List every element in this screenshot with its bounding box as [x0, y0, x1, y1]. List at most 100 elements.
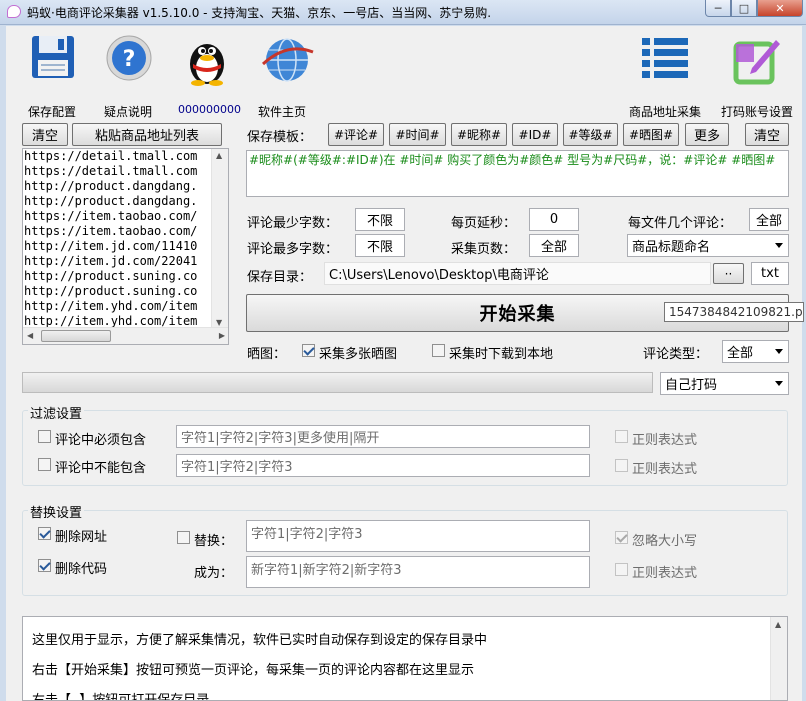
naming-select[interactable]: 商品标题命名 [627, 234, 789, 257]
pages-input[interactable]: 全部 [529, 234, 579, 257]
url-list-item: http://item.yhd.com/item [24, 299, 198, 313]
url-list-item: http://product.suning.co [24, 284, 198, 298]
url-list-vertical-scrollbar[interactable]: ▲ ▼ [211, 149, 228, 329]
template-label: 保存模板： [247, 130, 313, 145]
multi-images-label: 采集多张晒图 [319, 347, 398, 362]
template-textarea[interactable]: #昵称#(#等级#:#ID#)在 #时间# 购买了颜色为#颜色# 型号为#尺码#… [246, 150, 789, 197]
homepage-button[interactable]: 软件主页 [251, 34, 321, 119]
scroll-up-arrow-icon[interactable]: ▲ [775, 620, 781, 629]
scroll-up-arrow-icon[interactable]: ▲ [216, 151, 222, 160]
per-file-input[interactable]: 全部 [749, 208, 789, 231]
qq-contact-button[interactable]: 000000000 [174, 34, 241, 118]
replace-to-input[interactable]: 新字符1|新字符2|新字符3 [246, 556, 590, 588]
replace-checkbox[interactable] [177, 531, 190, 544]
url-list-item: http://product.dangdang. [24, 194, 198, 208]
scroll-down-arrow-icon[interactable]: ▼ [216, 318, 222, 327]
save-dir-label: 保存目录： [247, 270, 313, 285]
delete-url-label: 删除网址 [55, 530, 108, 545]
comment-type-value: 全部 [727, 346, 754, 361]
homepage-label: 软件主页 [258, 105, 307, 119]
template-tag-button[interactable]: #时间# [389, 123, 446, 146]
list-icon [642, 38, 688, 78]
log-line-2: 右击【开始采集】按钮可预览一页评论，每采集一页的评论内容都在这里显示 [32, 663, 475, 678]
log-vertical-scrollbar[interactable]: ▲ [770, 617, 787, 700]
delay-input[interactable]: 0 [529, 208, 579, 231]
minimize-button[interactable]: ─ [705, 0, 731, 17]
filter-regex2-checkbox[interactable] [615, 459, 628, 472]
comment-type-select[interactable]: 全部 [722, 340, 789, 363]
browse-dir-button[interactable]: ·· [713, 263, 744, 284]
filter-group-title: 过滤设置 [28, 403, 85, 422]
url-list-item: http://product.suning.co [24, 269, 198, 283]
url-list-item: https://item.taobao.com/ [24, 224, 198, 238]
captcha-mode-value: 自己打码 [665, 378, 718, 393]
ignore-case-label: 忽略大小写 [632, 534, 698, 549]
dropdown-arrow-icon [775, 242, 783, 248]
main-client-area: 保存配置 ? 疑点说明 000000000 软件主页 商品地址采集 打码账号设置… [6, 26, 804, 701]
close-button[interactable]: ✕ [757, 0, 803, 17]
captcha-mode-select[interactable]: 自己打码 [660, 372, 789, 395]
captcha-account-button[interactable]: 打码账号设置 [718, 34, 798, 119]
title-bar: 蚂蚁·电商评论采集器 v1.5.10.0 - 支持淘宝、天猫、京东、一号店、当当… [0, 0, 806, 25]
more-tags-button[interactable]: 更多 [685, 123, 729, 146]
delay-label: 每页延秒： [451, 216, 517, 231]
url-lines: https://detail.tmall.com https://detail.t… [23, 149, 228, 329]
filter-regex1-label: 正则表达式 [632, 433, 698, 448]
url-list-item: https://item.taobao.com/ [24, 209, 198, 223]
download-images-checkbox[interactable] [432, 344, 445, 357]
floppy-disk-icon [32, 36, 74, 78]
replace-regex-label: 正则表达式 [632, 566, 698, 581]
file-extension-input[interactable]: txt [751, 262, 789, 285]
app-icon [7, 5, 21, 18]
qq-penguin-icon [190, 44, 224, 86]
template-tag-button[interactable]: #评论# [328, 123, 384, 146]
faq-label: 疑点说明 [104, 105, 153, 119]
replace-regex-checkbox[interactable] [615, 563, 628, 576]
scroll-left-arrow-icon[interactable]: ◀ [27, 331, 33, 340]
must-include-checkbox[interactable] [38, 430, 51, 443]
delete-url-checkbox[interactable] [38, 527, 51, 540]
save-config-button[interactable]: 保存配置 [16, 34, 86, 119]
template-tag-button[interactable]: #等级# [563, 123, 618, 146]
product-url-collect-button[interactable]: 商品地址采集 [626, 34, 706, 119]
replace-input[interactable]: 字符1|字符2|字符3 [246, 520, 590, 552]
must-include-label: 评论中必须包含 [55, 433, 147, 448]
help-icon: ? [106, 35, 152, 81]
horizontal-scroll-thumb[interactable] [41, 330, 111, 342]
save-dir-input[interactable]: C:\Users\Lenovo\Desktop\电商评论 [324, 262, 711, 285]
url-clear-button[interactable]: 清空 [22, 123, 68, 146]
edit-square-icon [733, 40, 780, 85]
template-tag-button[interactable]: #ID# [512, 123, 558, 146]
filter-regex1-checkbox[interactable] [615, 430, 628, 443]
max-chars-input[interactable]: 不限 [355, 234, 405, 257]
dropdown-arrow-icon [775, 348, 783, 354]
images-label: 晒图： [247, 347, 287, 362]
qq-number-label: 000000000 [178, 103, 241, 116]
paste-urls-button[interactable]: 粘贴商品地址列表 [72, 123, 222, 146]
replace-group-title: 替换设置 [28, 502, 85, 521]
multi-images-checkbox[interactable] [302, 344, 315, 357]
dropdown-arrow-icon [775, 380, 783, 386]
globe-icon [261, 38, 314, 82]
naming-select-value: 商品标题命名 [632, 240, 711, 255]
delete-code-checkbox[interactable] [38, 559, 51, 572]
template-clear-button[interactable]: 清空 [745, 123, 789, 146]
log-textarea[interactable]: 这里仅用于显示，方便了解采集情况，软件已实时自动保存到设定的保存目录中 右击【开… [22, 616, 788, 701]
ignore-case-checkbox[interactable] [615, 531, 628, 544]
not-include-input[interactable]: 字符1|字符2|字符3 [176, 454, 590, 477]
must-include-input[interactable]: 字符1|字符2|字符3|更多使用|隔开 [176, 425, 590, 448]
window-title: 蚂蚁·电商评论采集器 v1.5.10.0 - 支持淘宝、天猫、京东、一号店、当当… [27, 6, 492, 20]
min-chars-input[interactable]: 不限 [355, 208, 405, 231]
delete-code-label: 删除代码 [55, 562, 108, 577]
maximize-button[interactable]: □ [731, 0, 757, 17]
faq-button[interactable]: ? 疑点说明 [96, 34, 166, 119]
scroll-right-arrow-icon[interactable]: ▶ [219, 331, 225, 340]
template-tag-button[interactable]: #昵称# [451, 123, 507, 146]
url-list-horizontal-scrollbar[interactable]: ◀ ▶ [23, 327, 228, 344]
not-include-label: 评论中不能包含 [55, 461, 147, 476]
url-list[interactable]: https://detail.tmall.com https://detail.t… [22, 148, 229, 345]
template-tag-button[interactable]: #晒图# [623, 123, 679, 146]
product-url-collect-label: 商品地址采集 [629, 105, 702, 119]
progress-bar [22, 372, 653, 393]
not-include-checkbox[interactable] [38, 458, 51, 471]
